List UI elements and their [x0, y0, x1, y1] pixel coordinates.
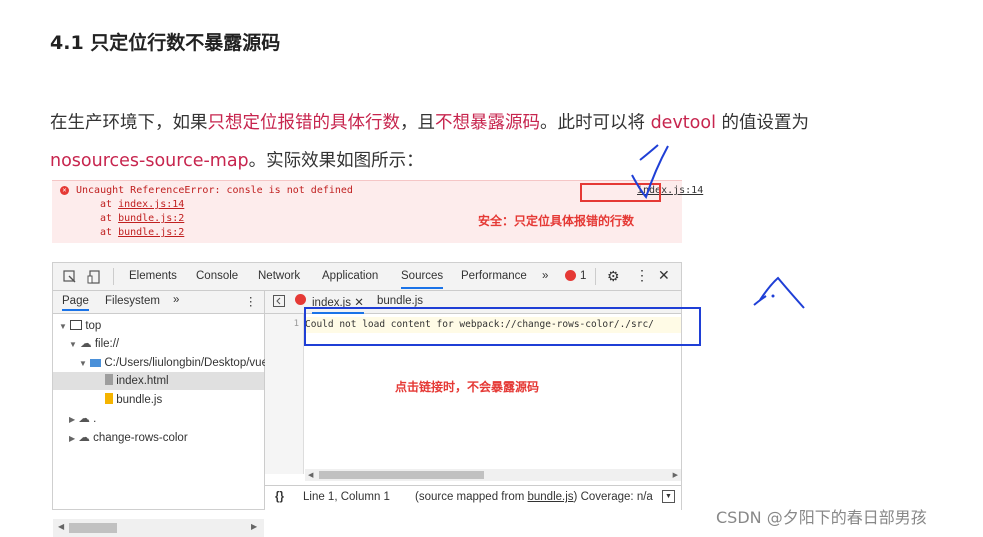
close-icon[interactable]: ✕: [658, 267, 670, 284]
more-tabs-button[interactable]: »: [542, 270, 548, 282]
sources-sidebar: Page Filesystem » ⋮ ▼ top ▼ ☁ file:// ▼ …: [53, 291, 268, 537]
scroll-right-icon[interactable]: ▶: [673, 471, 678, 479]
highlight-box: [580, 183, 661, 202]
devtools-toolbar: Elements Console Network Application Sou…: [53, 263, 681, 291]
text: 的值设置为: [715, 113, 810, 133]
frame-icon: [70, 320, 83, 330]
scroll-right-icon[interactable]: ▶: [251, 522, 257, 531]
tab-console[interactable]: Console: [196, 270, 238, 282]
sidebar-more-button[interactable]: »: [173, 294, 179, 306]
error-message: Uncaught ReferenceError: consle is not d…: [76, 185, 353, 196]
annotation-click: 点击链接时，不会暴露源码: [395, 380, 540, 394]
chevron-down-icon: ▼: [69, 340, 77, 349]
divider: [113, 268, 114, 285]
chevron-down-icon: ▼: [79, 359, 87, 368]
text: 在生产环境下，如果: [50, 113, 208, 133]
cloud-icon: ☁: [78, 432, 90, 444]
pretty-print-button[interactable]: {}: [275, 486, 284, 508]
mapped-file-link[interactable]: bundle.js: [528, 491, 574, 503]
editor-statusbar: {} Line 1, Column 1 (source mapped from …: [265, 485, 681, 510]
text: 。此时可以将: [540, 113, 651, 133]
devtools-window: Elements Console Network Application Sou…: [52, 262, 682, 537]
editor-scrollbar[interactable]: ◀ ▶: [305, 469, 681, 481]
settings-gear-icon[interactable]: ⚙: [607, 268, 620, 285]
tree-label: .: [93, 413, 97, 425]
text: ，且: [400, 113, 435, 133]
tree-label: top: [85, 320, 102, 332]
stack-prefix: at: [100, 227, 119, 238]
toggle-navigator-icon[interactable]: [273, 295, 285, 310]
tab-network[interactable]: Network: [258, 270, 300, 282]
error-icon: ✕: [60, 186, 69, 195]
chevron-right-icon: ▶: [69, 434, 76, 443]
error-count[interactable]: 1: [580, 270, 586, 282]
highlight-option: nosources-source-map: [50, 151, 249, 171]
tab-sources[interactable]: Sources: [401, 270, 444, 289]
cursor-position: Line 1, Column 1: [303, 491, 390, 503]
tab-filesystem[interactable]: Filesystem: [105, 295, 160, 307]
watermark: CSDN @夕阳下的春日部男孩: [716, 508, 927, 527]
divider: [595, 268, 596, 285]
folder-icon: [90, 359, 102, 367]
tree-label: C:/Users/liulongbin/Desktop/vue: [104, 357, 268, 369]
scroll-thumb[interactable]: [69, 523, 117, 533]
editor-tab-bundle-js[interactable]: bundle.js: [377, 295, 423, 307]
scroll-left-icon[interactable]: ◀: [308, 471, 313, 479]
error-icon: [295, 294, 306, 305]
tree-item-folder[interactable]: ▼ C:/Users/liulongbin/Desktop/vue: [53, 354, 290, 372]
stack-line: at index.js:14: [100, 199, 184, 210]
file-icon: [105, 374, 113, 385]
tree-label: bundle.js: [116, 394, 163, 406]
more-options-icon[interactable]: ⋮: [635, 267, 649, 284]
line-gutter: 1: [265, 314, 304, 474]
scroll-left-icon[interactable]: ◀: [58, 522, 64, 531]
chevron-down-icon: ▼: [59, 322, 67, 331]
sidebar-scrollbar[interactable]: ◀ ▶: [53, 519, 264, 537]
stack-line: at bundle.js:2: [100, 227, 184, 238]
stack-link[interactable]: bundle.js:2: [118, 227, 184, 238]
stack-prefix: at: [100, 199, 119, 210]
tree-item-change-rows-color[interactable]: ▶ ☁ change-rows-color: [53, 429, 280, 447]
js-file-icon: [105, 393, 113, 404]
inspect-icon[interactable]: [63, 270, 77, 287]
tab-application[interactable]: Application: [322, 270, 378, 282]
text: (source mapped from: [415, 491, 528, 503]
annotation-safe: 安全：只定位具体报错的行数: [478, 214, 635, 228]
tree-item-file[interactable]: ▼ ☁ file://: [53, 335, 280, 353]
stack-prefix: at: [100, 213, 119, 224]
line-number: 1: [293, 319, 299, 329]
sidebar-menu-icon[interactable]: ⋮: [245, 294, 257, 308]
tab-performance[interactable]: Performance: [461, 270, 527, 282]
stack-link[interactable]: bundle.js:2: [118, 213, 184, 224]
stack-link[interactable]: index.js:14: [118, 199, 184, 210]
tree-item-index-html[interactable]: index.html: [53, 372, 264, 390]
description-paragraph: 在生产环境下，如果只想定位报错的具体行数，且不想暴露源码。此时可以将 devto…: [50, 104, 920, 180]
tree-label: file://: [94, 338, 120, 350]
coverage-toggle-icon[interactable]: ▼: [662, 490, 675, 503]
source-map-info: (source mapped from bundle.js) Coverage:…: [415, 486, 653, 508]
highlight-devtool: devtool: [650, 113, 716, 133]
cloud-icon: ☁: [80, 338, 92, 350]
tree-label: index.html: [116, 375, 169, 387]
stack-line: at bundle.js:2: [100, 213, 184, 224]
tree-item-top[interactable]: ▼ top: [53, 317, 270, 335]
device-toggle-icon[interactable]: [87, 270, 101, 287]
tab-page[interactable]: Page: [62, 295, 89, 311]
cloud-icon: ☁: [78, 413, 90, 425]
tree-item-dot[interactable]: ▶ ☁ .: [53, 410, 280, 428]
tab-elements[interactable]: Elements: [129, 270, 177, 282]
highlight-text: 只想定位报错的具体行数: [207, 113, 401, 133]
text: ) Coverage: n/a: [573, 491, 653, 503]
chevron-right-icon: ▶: [69, 415, 76, 424]
sidebar-tabs: Page Filesystem » ⋮: [53, 291, 264, 314]
highlight-text: 不想暴露源码: [435, 113, 540, 133]
scroll-thumb[interactable]: [319, 471, 484, 479]
section-heading: 4.1 只定位行数不暴露源码: [50, 32, 281, 54]
error-badge-icon: [565, 270, 576, 281]
tree-label: change-rows-color: [93, 432, 188, 444]
highlight-box: [304, 307, 701, 346]
text: 。实际效果如图所示：: [248, 151, 424, 171]
